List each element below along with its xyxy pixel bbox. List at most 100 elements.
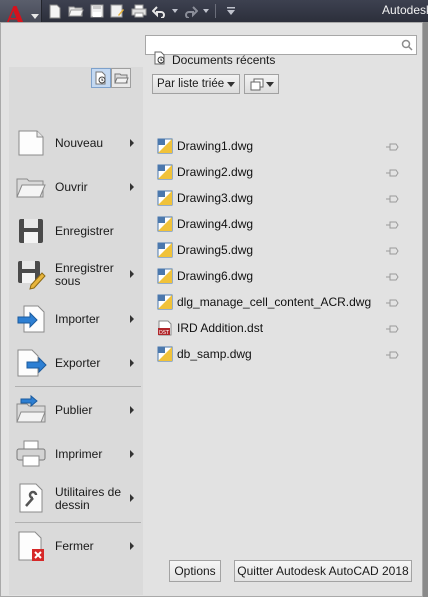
dwg-file-icon — [157, 190, 173, 206]
printer-icon — [15, 438, 47, 470]
pin-icon[interactable] — [385, 297, 399, 311]
new-document-icon — [15, 127, 47, 159]
menu-item-utilitaires-de-dessin[interactable]: Utilitaires de dessin — [9, 478, 143, 518]
recent-file-item[interactable]: Drawing5.dwg — [155, 239, 405, 261]
file-name: dlg_manage_cell_content_ACR.dwg — [177, 295, 372, 309]
dwg-file-icon — [157, 138, 173, 154]
save-disk-icon — [15, 215, 47, 247]
file-name: db_samp.dwg — [177, 347, 252, 361]
menu-item-enregistrer-sous[interactable]: Enregistrer sous — [9, 254, 143, 294]
recent-documents-icon — [153, 51, 167, 68]
publish-icon — [15, 394, 47, 426]
dwg-file-icon — [157, 294, 173, 310]
menu-item-label: Publier — [55, 403, 93, 417]
chevron-right-icon — [130, 139, 134, 147]
pin-icon[interactable] — [385, 167, 399, 181]
quit-autocad-button[interactable]: Quitter Autodesk AutoCAD 2018 — [234, 560, 412, 582]
recent-file-item[interactable]: Drawing6.dwg — [155, 265, 405, 287]
menu-item-label: Exporter — [55, 356, 101, 370]
menu-item-label: Importer — [55, 312, 100, 326]
dwg-file-icon — [157, 164, 173, 180]
redo-icon[interactable] — [182, 3, 199, 20]
dwg-file-icon — [157, 346, 173, 362]
customize-dropdown-icon[interactable] — [222, 3, 239, 20]
recent-file-item[interactable]: Drawing3.dwg — [155, 187, 405, 209]
options-button[interactable]: Options — [169, 560, 221, 582]
chevron-right-icon — [130, 315, 134, 323]
recent-file-item[interactable]: Drawing4.dwg — [155, 213, 405, 235]
open-folder-icon — [15, 171, 47, 203]
chevron-right-icon — [130, 270, 134, 278]
menu-item-publier[interactable]: Publier — [9, 390, 143, 430]
dwg-file-icon — [157, 216, 173, 232]
chevron-down-icon — [31, 14, 39, 19]
search-icon[interactable] — [401, 39, 413, 54]
chevron-right-icon — [130, 450, 134, 458]
plot-icon[interactable] — [130, 3, 147, 20]
sort-dropdown[interactable]: Par liste triée — [152, 74, 240, 94]
pin-icon[interactable] — [385, 323, 399, 337]
file-name: Drawing2.dwg — [177, 165, 254, 179]
menu-item-nouveau[interactable]: Nouveau — [9, 123, 143, 163]
file-name: IRD Addition.dst — [177, 321, 264, 335]
menu-item-label: Enregistrer sous — [55, 261, 114, 288]
title-bar: Autodesk — [0, 0, 428, 22]
pin-icon[interactable] — [385, 141, 399, 155]
application-menu-commands: Nouveau Ouvrir Enregistrer Enregistrer s… — [9, 67, 143, 595]
svg-text:DST: DST — [159, 330, 170, 336]
save-icon[interactable] — [88, 3, 105, 20]
menu-item-fermer[interactable]: Fermer — [9, 526, 143, 566]
menu-item-label: Enregistrer — [55, 224, 114, 238]
recent-open-toggle — [91, 68, 131, 88]
open-documents-icon[interactable] — [111, 68, 131, 88]
export-icon — [15, 347, 47, 379]
menu-item-label: Imprimer — [55, 447, 103, 461]
window-title: Autodesk — [382, 3, 428, 17]
chevron-right-icon — [130, 183, 134, 191]
menu-item-enregistrer[interactable]: Enregistrer — [9, 211, 143, 251]
recent-file-item[interactable]: DST IRD Addition.dst — [155, 317, 405, 339]
chevron-right-icon — [130, 359, 134, 367]
file-name: Drawing6.dwg — [177, 269, 254, 283]
menu-divider — [15, 522, 141, 523]
file-name: Drawing5.dwg — [177, 243, 254, 257]
dwg-file-icon — [157, 242, 173, 258]
pin-icon[interactable] — [385, 349, 399, 363]
pin-icon[interactable] — [385, 271, 399, 285]
recent-file-item[interactable]: Drawing2.dwg — [155, 161, 405, 183]
undo-icon[interactable] — [151, 3, 168, 20]
menu-item-exporter[interactable]: Exporter — [9, 343, 143, 383]
chevron-right-icon — [130, 494, 134, 502]
import-icon — [15, 303, 47, 335]
new-file-icon[interactable] — [46, 3, 63, 20]
pin-icon[interactable] — [385, 245, 399, 259]
chevron-down-icon — [227, 82, 235, 87]
dst-file-icon: DST — [157, 320, 173, 336]
redo-dropdown-icon[interactable] — [203, 9, 209, 13]
undo-dropdown-icon[interactable] — [172, 9, 178, 13]
display-mode-dropdown[interactable] — [244, 74, 279, 94]
pin-icon[interactable] — [385, 219, 399, 233]
recent-file-item[interactable]: db_samp.dwg — [155, 343, 405, 365]
recent-file-item[interactable]: Drawing1.dwg — [155, 135, 405, 157]
chevron-right-icon — [130, 406, 134, 414]
save-as-disk-icon — [15, 258, 47, 290]
menu-item-label: Nouveau — [55, 136, 104, 150]
pin-icon[interactable] — [385, 193, 399, 207]
toolbar-divider — [215, 4, 216, 18]
recent-file-item[interactable]: dlg_manage_cell_content_ACR.dwg — [155, 291, 405, 313]
open-file-icon[interactable] — [67, 3, 84, 20]
menu-item-ouvrir[interactable]: Ouvrir — [9, 167, 143, 207]
icon-view-icon — [250, 78, 264, 94]
recent-documents-header: Documents récents — [153, 51, 275, 68]
sort-dropdown-label: Par liste triée — [157, 78, 225, 90]
menu-item-label: Ouvrir — [55, 180, 88, 194]
recent-documents-title: Documents récents — [172, 52, 276, 67]
quick-access-toolbar — [46, 1, 239, 21]
menu-item-label: Fermer — [55, 539, 94, 553]
menu-item-importer[interactable]: Importer — [9, 299, 143, 339]
save-as-icon[interactable] — [109, 3, 126, 20]
menu-divider — [15, 386, 141, 387]
recent-documents-icon[interactable] — [91, 68, 111, 88]
menu-item-imprimer[interactable]: Imprimer — [9, 434, 143, 474]
